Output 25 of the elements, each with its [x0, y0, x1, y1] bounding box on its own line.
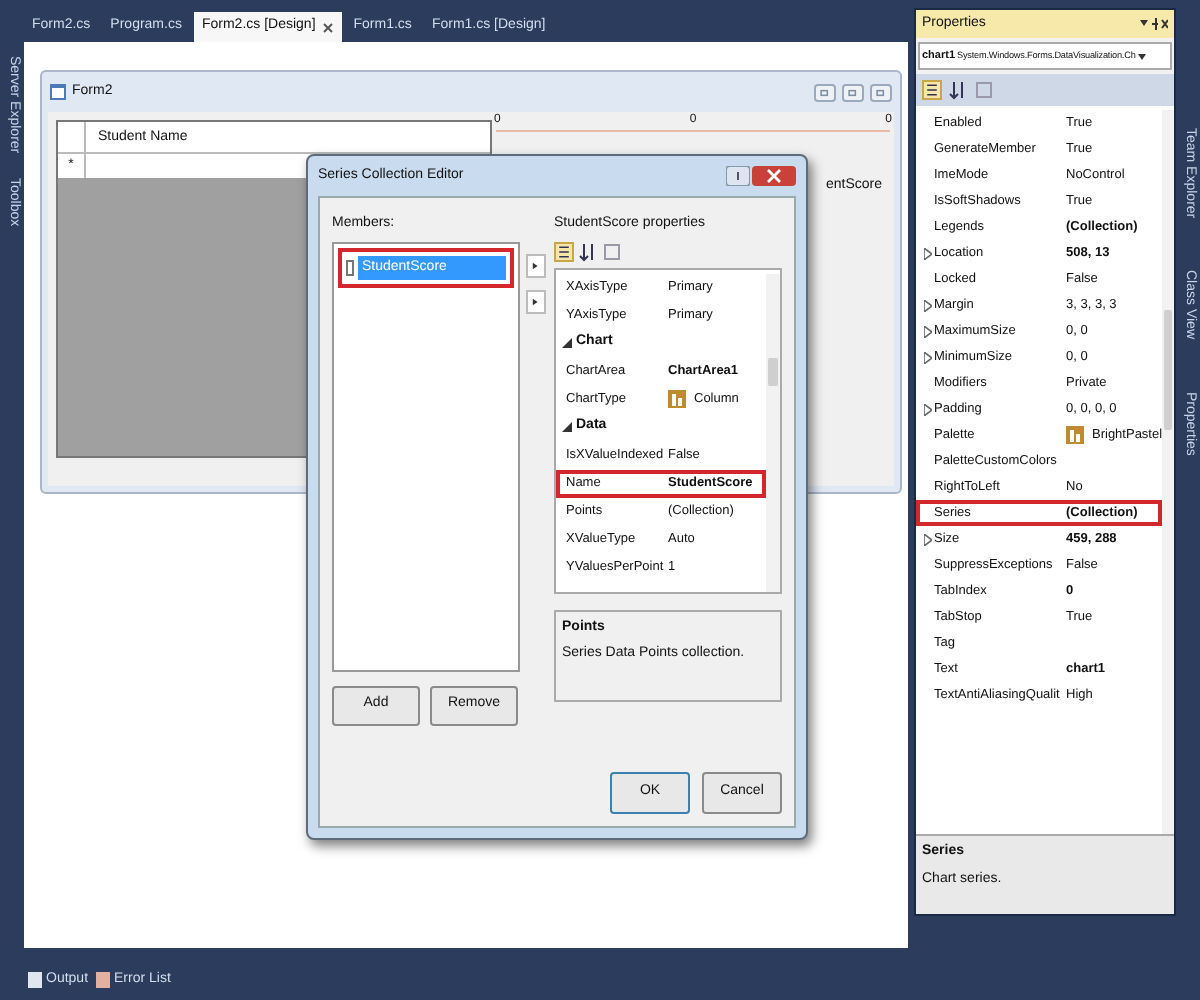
dropdown-icon[interactable] [1137, 53, 1146, 59]
categorized-icon[interactable] [554, 241, 574, 261]
series-icon [346, 259, 354, 275]
error-list-icon [96, 972, 111, 988]
palette-icon [1066, 426, 1084, 444]
help-icon[interactable] [726, 166, 750, 186]
collapse-icon[interactable] [562, 422, 572, 432]
palette-icon [668, 390, 686, 408]
expand-icon[interactable] [923, 299, 931, 311]
form-icon [50, 84, 66, 100]
expand-icon[interactable] [923, 247, 931, 259]
sort-icon[interactable] [578, 241, 598, 261]
move-down-icon[interactable] [526, 290, 546, 314]
pin-icon[interactable] [1140, 18, 1168, 30]
scrollbar[interactable] [1162, 110, 1174, 834]
collapse-icon[interactable] [562, 338, 572, 348]
expand-icon[interactable] [923, 533, 931, 545]
scrollbar[interactable] [766, 273, 780, 591]
sort-icon[interactable] [948, 80, 968, 100]
expand-icon[interactable] [923, 403, 931, 415]
categorized-icon[interactable] [922, 80, 942, 100]
expand-icon[interactable] [923, 325, 931, 337]
move-up-icon[interactable] [526, 254, 546, 278]
output-icon [28, 972, 42, 988]
expand-icon[interactable] [923, 351, 931, 363]
